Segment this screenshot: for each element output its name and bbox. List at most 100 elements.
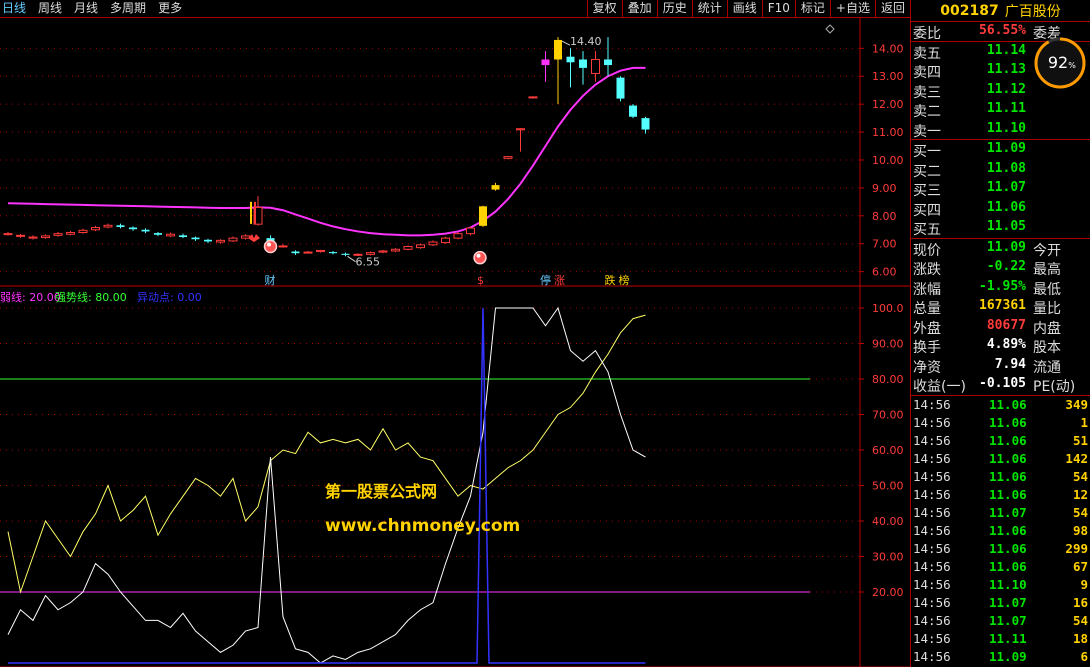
tick-price: 11.06 — [989, 468, 1027, 484]
tick-row: 14:56 11.06 98 — [911, 522, 1090, 540]
period-tab[interactable]: 周线 — [38, 0, 62, 17]
candle — [116, 223, 125, 229]
tick-price: 11.07 — [989, 612, 1027, 628]
candle — [403, 245, 413, 251]
stat-row-label: 净资 — [913, 359, 941, 376]
stat-row: 现价 11.09 今开 — [911, 239, 1090, 259]
event-marker[interactable]: 榜 — [619, 273, 630, 287]
stat-row-label: 收益(一) — [913, 379, 966, 395]
diamond-icon[interactable] — [825, 24, 835, 34]
event-bubble-icon[interactable] — [263, 239, 278, 254]
event-marker[interactable]: 财 — [265, 273, 276, 287]
candle — [53, 231, 63, 237]
y-tick-label: 20.00 — [872, 586, 904, 599]
tool-button[interactable]: 复权 — [586, 0, 622, 17]
period-tab[interactable]: 多周期 — [110, 0, 146, 17]
tick-price: 11.06 — [989, 450, 1027, 466]
period-tab[interactable]: 日线 — [2, 0, 26, 17]
tick-volume: 54 — [1072, 612, 1088, 628]
period-tab[interactable]: 更多 — [158, 0, 182, 17]
y-tick-label: 6.00 — [872, 266, 897, 279]
ask-row-value: 11.11 — [986, 101, 1026, 116]
stat-row: 换手 4.89% 股本 — [911, 336, 1090, 356]
high-label: 14.40 — [570, 35, 602, 48]
candle — [466, 226, 475, 236]
event-marker[interactable]: 涨 — [554, 274, 565, 287]
gauge-value: 92 — [1048, 53, 1068, 72]
candle — [66, 230, 75, 236]
candle — [166, 232, 175, 238]
tick-row: 14:56 11.11 18 — [911, 630, 1090, 648]
stat-row-label: 换手 — [913, 340, 941, 356]
tick-price: 11.07 — [989, 594, 1027, 610]
tick-row: 14:56 11.07 54 — [911, 504, 1090, 522]
stat-row-label: 总量 — [913, 301, 941, 317]
candle — [278, 244, 288, 248]
tick-price: 11.10 — [989, 576, 1027, 592]
tick-price: 11.09 — [989, 648, 1027, 664]
tick-time: 14:56 — [913, 486, 951, 502]
tick-time: 14:56 — [913, 504, 951, 520]
ask-row-value: 11.12 — [986, 81, 1026, 97]
gauge-dial: 92 % — [1034, 37, 1086, 89]
tick-volume: 51 — [1072, 432, 1088, 448]
tick-row: 14:56 11.07 16 — [911, 594, 1090, 612]
bid-row: 买三 11.07 — [911, 179, 1090, 199]
bid-row-label: 买五 — [913, 222, 941, 238]
tick-row: 14:56 11.06 67 — [911, 558, 1090, 576]
bid-row-value: 11.06 — [986, 199, 1026, 215]
stat-row: 收益(一) -0.105 PE(动) — [911, 375, 1090, 395]
legend-entry: 强势线: 80.00 — [55, 290, 127, 304]
candle — [528, 96, 538, 99]
candle — [329, 250, 337, 255]
stat-row-value: 167361 — [979, 298, 1026, 313]
tick-volume: 98 — [1072, 522, 1088, 538]
tick-volume: 16 — [1072, 594, 1088, 610]
y-tick-label: 90.00 — [872, 338, 904, 351]
weibi-value: 56.55% — [979, 23, 1026, 38]
tool-button[interactable]: 统计 — [691, 0, 727, 17]
candle — [41, 234, 50, 239]
event-bubble-icon[interactable] — [473, 250, 487, 265]
stat-row-label2: 今开 — [1033, 242, 1061, 259]
event-marker[interactable]: 停 — [540, 273, 551, 287]
chart-area[interactable]: 14.00 13.00 12.00 11.00 10.00 9.00 8.00 7.00 6.0… — [0, 18, 910, 667]
stat-row-value: -1.95% — [979, 278, 1026, 294]
tool-button[interactable]: F10 — [761, 0, 795, 17]
tool-button[interactable]: +自选 — [829, 0, 875, 17]
tool-button[interactable]: 标记 — [794, 0, 830, 17]
candle — [103, 223, 113, 229]
stats-list: 现价 11.09 今开 涨跌 -0.22 最高 涨幅 -1.95% 最低 总量 167361 量比 外盘… — [911, 239, 1090, 396]
tick-volume: 299 — [1065, 540, 1088, 556]
stock-name: 广百股份 — [1004, 3, 1061, 20]
tick-time: 14:56 — [913, 468, 951, 484]
event-marker[interactable]: $ — [477, 274, 484, 287]
tick-time: 14:56 — [913, 558, 951, 574]
stat-row-label: 涨幅 — [913, 281, 941, 298]
tick-price: 11.11 — [989, 630, 1027, 646]
candle — [416, 243, 425, 249]
tick-time: 14:56 — [913, 594, 951, 610]
tool-button[interactable]: 返回 — [874, 0, 910, 17]
legend-entry: 异动点: 0.00 — [137, 291, 202, 304]
bid-row: 买四 11.06 — [911, 199, 1090, 219]
tick-volume: 54 — [1072, 468, 1088, 484]
stat-row-label: 现价 — [913, 242, 941, 259]
tool-button[interactable]: 历史 — [656, 0, 692, 17]
indicator-series — [7, 314, 646, 594]
tick-row: 14:56 11.06 12 — [911, 486, 1090, 504]
bid-row-label: 买一 — [913, 144, 941, 160]
tick-volume: 67 — [1072, 558, 1088, 574]
ask-row-label: 卖五 — [913, 45, 941, 62]
bid-row-label: 买三 — [913, 183, 941, 199]
event-marker[interactable]: 跌 — [605, 273, 616, 287]
tool-button[interactable]: 叠加 — [621, 0, 657, 17]
stat-row-label2: 量比 — [1033, 301, 1061, 317]
tick-price: 11.06 — [989, 432, 1027, 448]
tick-row: 14:56 11.06 51 — [911, 432, 1090, 450]
period-tab[interactable]: 月线 — [74, 0, 98, 17]
tick-price: 11.06 — [989, 396, 1027, 412]
bid-row-label: 买二 — [913, 163, 941, 180]
tool-button[interactable]: 画线 — [726, 0, 762, 17]
candle — [204, 238, 212, 244]
